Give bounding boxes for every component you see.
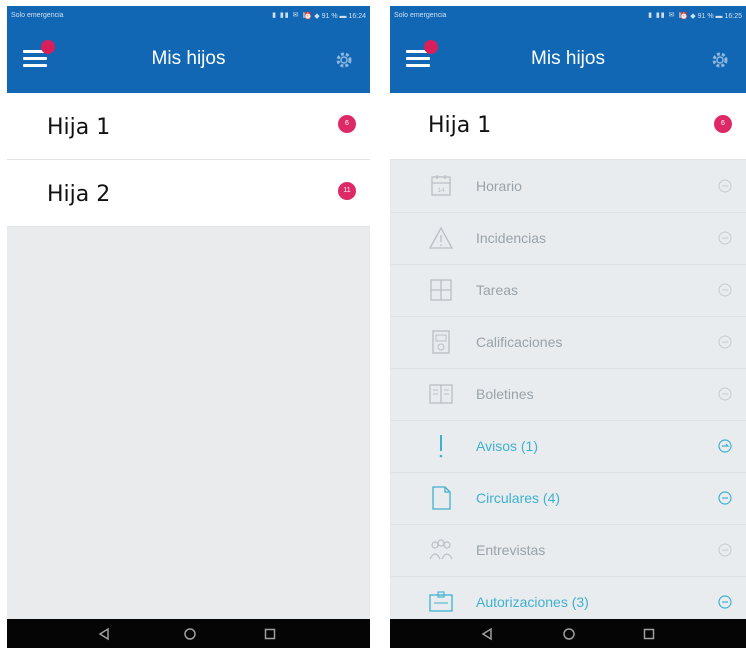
arrow-circle-icon <box>718 283 732 297</box>
svg-text:14: 14 <box>438 188 445 194</box>
status-bar: Solo emergencia ▮ ▮▮ ✉ ▦ ⏰ ◆ 91 % ▬ 16:2… <box>7 6 370 26</box>
menu-item-label: Autorizaciones (3) <box>476 594 589 610</box>
child-count-badge: 6 <box>338 115 356 133</box>
gear-icon <box>336 52 352 68</box>
back-triangle-icon[interactable] <box>480 627 494 641</box>
app-bar: Mis hijos <box>390 26 746 93</box>
settings-button[interactable] <box>334 50 354 70</box>
menu-item-label: Calificaciones <box>476 334 563 350</box>
clock: 16:24 <box>348 13 366 20</box>
arrow-circle-icon <box>718 491 732 505</box>
arrow-circle-icon <box>718 179 732 193</box>
arrow-circle-icon <box>718 387 732 401</box>
child-row-hija-2[interactable]: Hija 2 11 <box>7 160 370 227</box>
back-triangle-icon[interactable] <box>97 627 111 641</box>
menu-item-avisos[interactable]: Avisos (1) <box>390 421 746 473</box>
gear-icon <box>712 52 728 68</box>
status-right: ⏰ ◆ 91 % ▬ 16:25 <box>679 13 742 20</box>
child-name: Hija 1 <box>47 115 111 140</box>
arrow-circle-icon <box>718 439 732 453</box>
exclamation-icon <box>439 435 443 458</box>
menu-item-horario[interactable]: 14 Horario <box>390 161 746 213</box>
carrier-text: Solo emergencia <box>394 12 447 19</box>
battery-text: 91 % <box>321 13 338 20</box>
phone-screen-right: Solo emergencia ▮ ▮▮ ✉ ▦ ⏰ ◆ 91 % ▬ 16:2… <box>390 6 746 648</box>
carrier-text: Solo emergencia <box>11 12 64 19</box>
arrow-circle-icon <box>718 335 732 349</box>
warning-icon <box>428 226 454 249</box>
menu-item-entrevistas[interactable]: Entrevistas <box>390 525 746 577</box>
page-title: Mis hijos <box>151 48 226 69</box>
menu-item-label: Avisos (1) <box>476 438 538 454</box>
settings-button[interactable] <box>710 50 730 70</box>
android-nav-bar <box>390 619 746 648</box>
menu-item-circulares[interactable]: Circulares (4) <box>390 473 746 525</box>
grades-document-icon <box>432 330 450 354</box>
phone-screen-left: Solo emergencia ▮ ▮▮ ✉ ▦ ⏰ ◆ 91 % ▬ 16:2… <box>7 6 370 648</box>
people-icon <box>429 539 453 560</box>
children-list: Hija 1 6 Hija 2 11 <box>7 93 370 227</box>
child-name: Hija 2 <box>47 182 111 207</box>
home-circle-icon[interactable] <box>183 627 197 641</box>
arrow-circle-icon <box>718 543 732 557</box>
status-bar: Solo emergencia ▮ ▮▮ ✉ ▦ ⏰ ◆ 91 % ▬ 16:2… <box>390 6 746 26</box>
child-count-badge: 6 <box>714 115 732 133</box>
menu-item-label: Entrevistas <box>476 542 546 558</box>
status-right: ⏰ ◆ 91 % ▬ 16:24 <box>303 13 366 20</box>
menu-item-label: Boletines <box>476 386 534 402</box>
recents-square-icon[interactable] <box>642 627 656 641</box>
menu-item-label: Circulares (4) <box>476 490 561 506</box>
android-nav-bar <box>7 619 370 648</box>
menu-item-incidencias[interactable]: Incidencias <box>390 213 746 265</box>
recents-square-icon[interactable] <box>263 627 277 641</box>
app-bar: Mis hijos <box>7 26 370 93</box>
page-title: Mis hijos <box>531 48 605 69</box>
clock: 16:25 <box>724 13 742 20</box>
document-icon <box>432 486 451 510</box>
report-book-icon <box>429 384 453 404</box>
menu-item-boletines[interactable]: Boletines <box>390 369 746 421</box>
menu-item-tareas[interactable]: Tareas <box>390 265 746 317</box>
arrow-circle-icon <box>718 595 732 609</box>
child-count-badge: 11 <box>338 182 356 200</box>
menu-item-label: Incidencias <box>476 230 547 246</box>
menu-item-label: Horario <box>476 178 522 194</box>
child-row-hija-1[interactable]: Hija 1 6 <box>7 93 370 160</box>
calendar-icon: 14 <box>431 175 451 196</box>
battery-text: 91 % <box>697 13 714 20</box>
child-row-hija-1-expanded[interactable]: Hija 1 6 <box>390 93 746 160</box>
children-list: Hija 1 6 <box>390 93 746 160</box>
authorization-icon <box>429 591 453 612</box>
child-submenu: 14 Horario Incidencias Tareas Calificaci… <box>390 161 746 629</box>
menu-item-calificaciones[interactable]: Calificaciones <box>390 317 746 369</box>
arrow-circle-icon <box>718 231 732 245</box>
tasks-grid-icon <box>430 279 452 301</box>
menu-item-label: Tareas <box>476 282 519 298</box>
child-name: Hija 1 <box>428 113 492 138</box>
home-circle-icon[interactable] <box>562 627 576 641</box>
